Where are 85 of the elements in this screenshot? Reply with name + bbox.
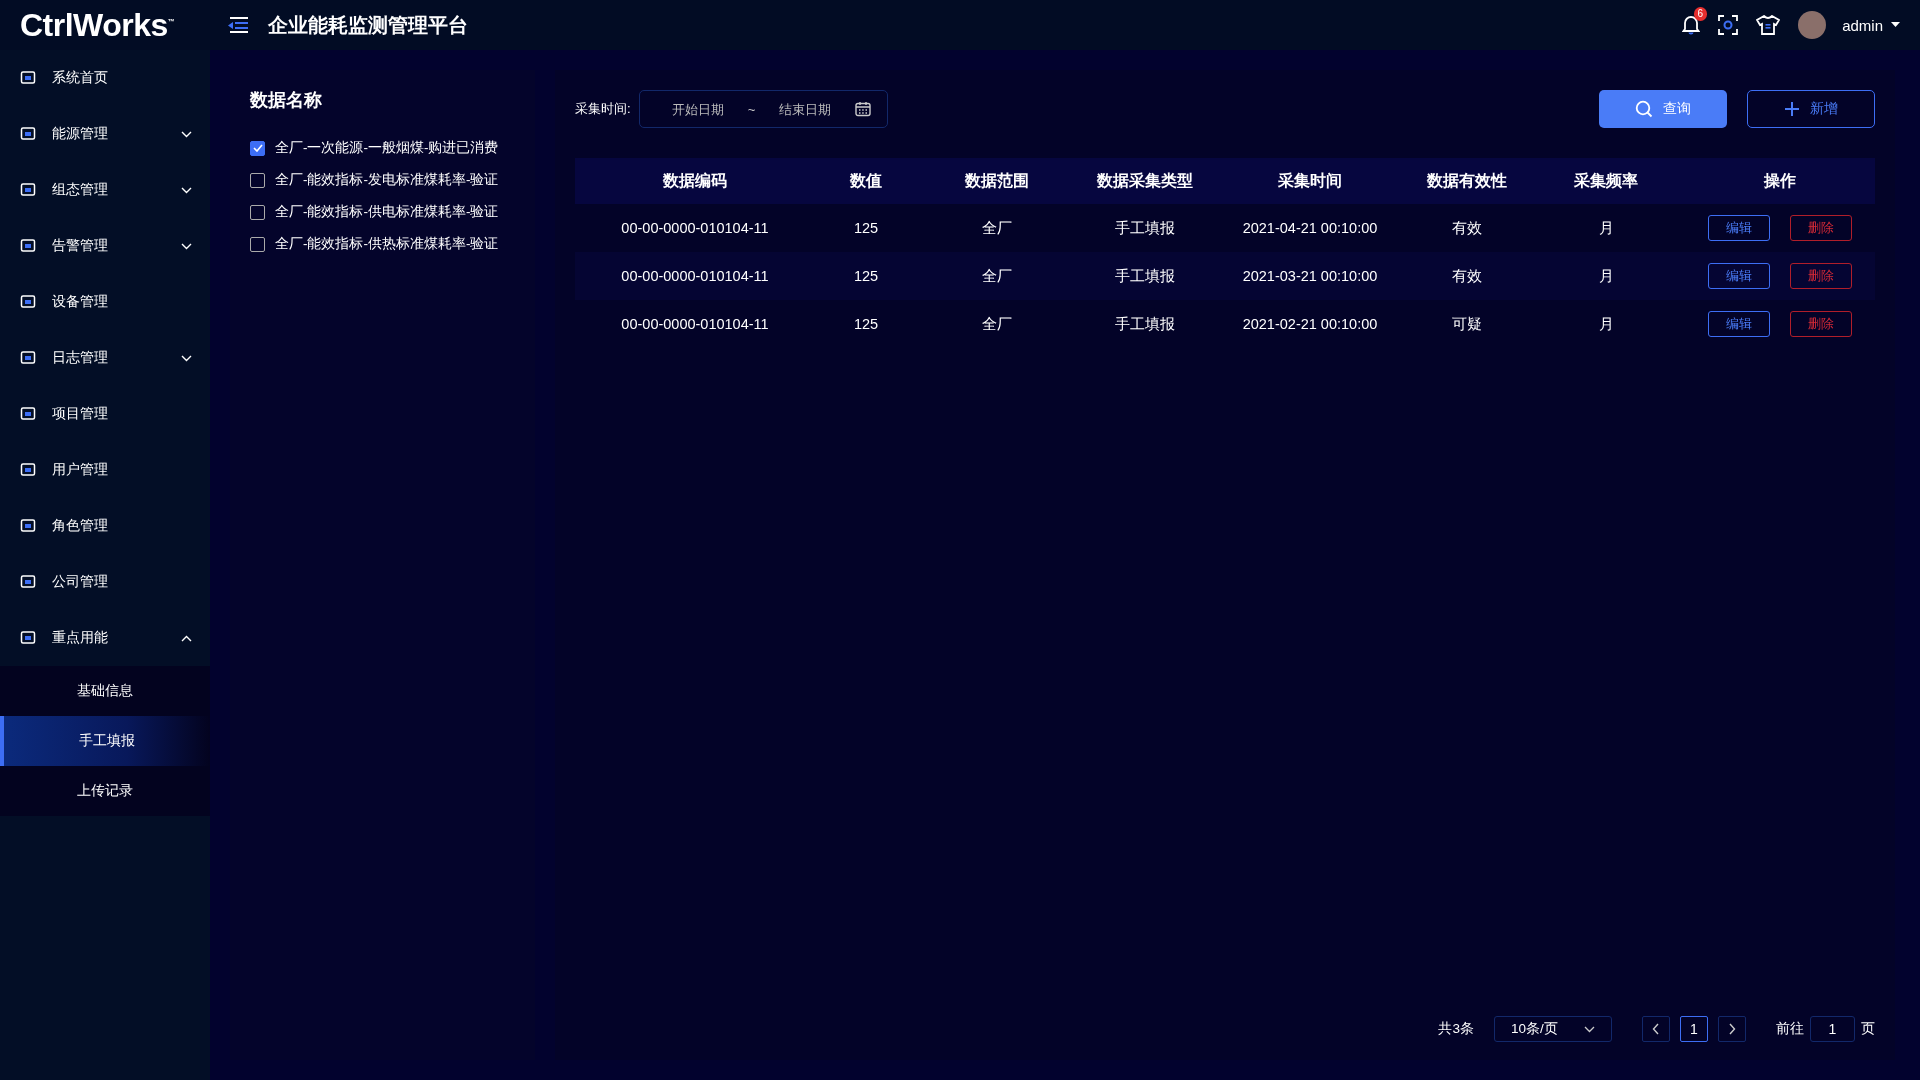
checkbox-label[interactable]: 全厂-能效指标-发电标准煤耗率-验证 xyxy=(275,171,499,189)
table-cell: 全厂 xyxy=(917,252,1077,300)
menu-item-icon xyxy=(20,350,36,366)
table-cell: 00-00-0000-010104-11 xyxy=(575,252,815,300)
end-date-field[interactable]: 结束日期 xyxy=(763,100,848,118)
date-range-picker[interactable]: 开始日期 ~ 结束日期 xyxy=(638,90,889,128)
sidebar-item[interactable]: 能源管理 xyxy=(0,106,210,162)
column-header: 数据范围 xyxy=(917,158,1077,204)
menu-item-icon xyxy=(20,70,36,86)
page-suffix: 页 xyxy=(1861,1020,1875,1038)
sidebar-item[interactable]: 系统首页 xyxy=(0,50,210,106)
sidebar-item[interactable]: 角色管理 xyxy=(0,498,210,554)
logo: CtrlWorks$^{™}$ xyxy=(20,6,175,43)
menu-item-icon xyxy=(20,126,36,142)
column-header: 数值 xyxy=(815,158,917,204)
add-button[interactable]: 新增 xyxy=(1747,90,1875,128)
column-header: 数据采集类型 xyxy=(1077,158,1213,204)
sidebar-item[interactable]: 设备管理 xyxy=(0,274,210,330)
menu-collapse-icon[interactable] xyxy=(228,17,248,33)
chevron-right-icon xyxy=(1728,1023,1736,1035)
total-count: 共3条 xyxy=(1438,1020,1474,1038)
menu-item-icon xyxy=(20,630,36,646)
checkbox[interactable] xyxy=(250,172,265,188)
search-icon xyxy=(1635,100,1653,118)
edit-button[interactable]: 编辑 xyxy=(1708,263,1770,289)
calendar-icon[interactable] xyxy=(855,101,872,117)
delete-button[interactable]: 删除 xyxy=(1790,215,1852,241)
menu-item-icon xyxy=(20,574,36,590)
sidebar-item[interactable]: 日志管理 xyxy=(0,330,210,386)
submenu-item[interactable]: 基础信息 xyxy=(0,666,210,716)
query-button[interactable]: 查询 xyxy=(1599,90,1727,128)
caret-icon[interactable] xyxy=(1891,22,1900,28)
column-header: 操作 xyxy=(1685,158,1875,204)
menu-item-icon xyxy=(20,294,36,310)
table-cell: 手工填报 xyxy=(1077,252,1213,300)
page-button[interactable]: 1 xyxy=(1680,1016,1708,1042)
delete-button[interactable]: 删除 xyxy=(1790,311,1852,337)
sidebar-item[interactable]: 项目管理 xyxy=(0,386,210,442)
menu-item-icon xyxy=(20,182,36,198)
column-header: 采集时间 xyxy=(1213,158,1407,204)
sidebar-item[interactable]: 告警管理 xyxy=(0,218,210,274)
page-input[interactable]: 1 xyxy=(1810,1016,1855,1042)
sidebar-item[interactable]: 公司管理 xyxy=(0,554,210,610)
checkbox-label[interactable]: 全厂-能效指标-供热标准煤耗率-验证 xyxy=(275,235,499,253)
range-separator: ~ xyxy=(747,101,756,117)
edit-button[interactable]: 编辑 xyxy=(1708,311,1770,337)
notification-badge: 6 xyxy=(1693,7,1708,21)
start-date-field[interactable]: 开始日期 xyxy=(655,100,740,118)
menu-item-icon xyxy=(20,238,36,254)
checkbox-label[interactable]: 全厂-一次能源-一般烟煤-购进已消费 xyxy=(275,139,499,157)
column-header: 采集频率 xyxy=(1527,158,1685,204)
edit-button[interactable]: 编辑 xyxy=(1708,215,1770,241)
checkbox-label[interactable]: 全厂-能效指标-供电标准煤耗率-验证 xyxy=(275,203,499,221)
menu-item-icon xyxy=(20,462,36,478)
column-header: 数据编码 xyxy=(575,158,815,204)
table-cell: 125 xyxy=(815,252,917,300)
sidebar-item[interactable]: 组态管理 xyxy=(0,162,210,218)
panel-title: 数据名称 xyxy=(250,89,323,112)
sidebar-item[interactable]: 用户管理 xyxy=(0,442,210,498)
checkbox[interactable] xyxy=(250,236,265,252)
avatar[interactable] xyxy=(1798,11,1827,39)
chevron-left-icon xyxy=(1652,1023,1660,1035)
delete-button[interactable]: 删除 xyxy=(1790,263,1852,289)
table-cell: 有效 xyxy=(1407,252,1527,300)
page-size-select[interactable]: 10条/页 xyxy=(1494,1016,1612,1042)
shirt-icon[interactable] xyxy=(1756,15,1781,35)
app-title: 企业能耗监测管理平台 xyxy=(268,12,468,38)
chevron-icon xyxy=(1584,1025,1595,1033)
table-cell: 2021-03-21 00:10:00 xyxy=(1213,252,1407,300)
filter-label: 采集时间: xyxy=(575,100,631,118)
submenu-item[interactable]: 上传记录 xyxy=(0,766,210,816)
menu-item-icon xyxy=(20,518,36,534)
next-page-button[interactable] xyxy=(1718,1016,1746,1042)
sidebar-item[interactable]: 重点用能 xyxy=(0,610,210,666)
goto-label: 前往 xyxy=(1776,1020,1804,1038)
plus-icon xyxy=(1784,101,1800,117)
user-menu[interactable]: admin xyxy=(1842,16,1883,34)
checkbox[interactable] xyxy=(250,140,265,156)
scan-icon[interactable] xyxy=(1718,15,1739,35)
bell-icon[interactable] xyxy=(1682,15,1701,35)
checkbox[interactable] xyxy=(250,204,265,220)
prev-page-button[interactable] xyxy=(1642,1016,1670,1042)
table-cell: 月 xyxy=(1527,252,1685,300)
column-header: 数据有效性 xyxy=(1407,158,1527,204)
menu-item-icon xyxy=(20,406,36,422)
